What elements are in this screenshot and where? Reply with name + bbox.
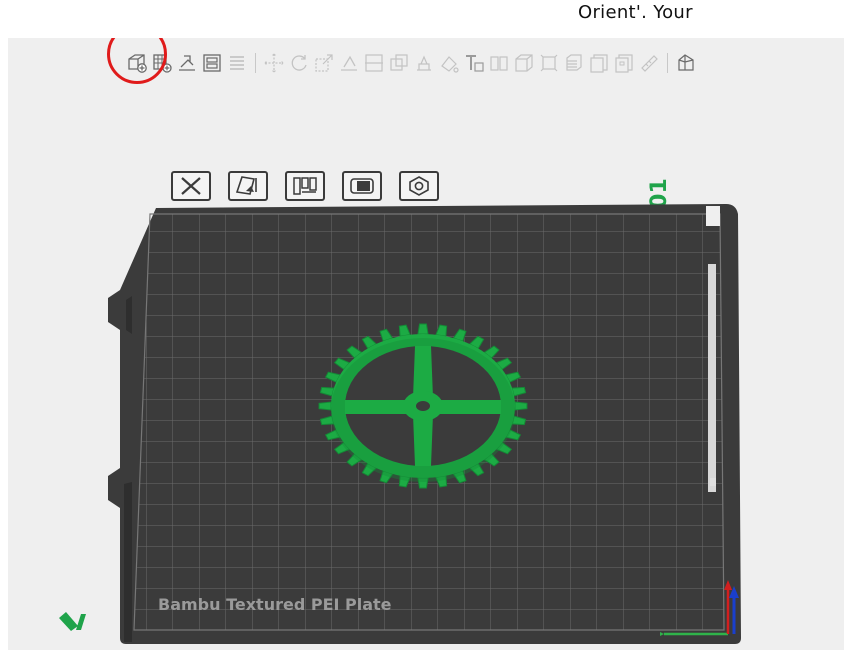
gear-tooth [514, 401, 528, 411]
plate-type-label: Bambu Textured PEI Plate [158, 595, 392, 614]
3d-viewport[interactable]: 01 Bambu Textured PEI Plate [8, 38, 844, 650]
gear-tooth [417, 323, 429, 335]
build-plate-scene [108, 204, 741, 644]
gear-tooth [318, 401, 332, 411]
plate-side-label-strip [708, 264, 716, 492]
bambu-logo-icon [59, 612, 86, 631]
instruction-caption: Orient'. Your [578, 2, 693, 23]
gear-model[interactable] [318, 323, 528, 489]
